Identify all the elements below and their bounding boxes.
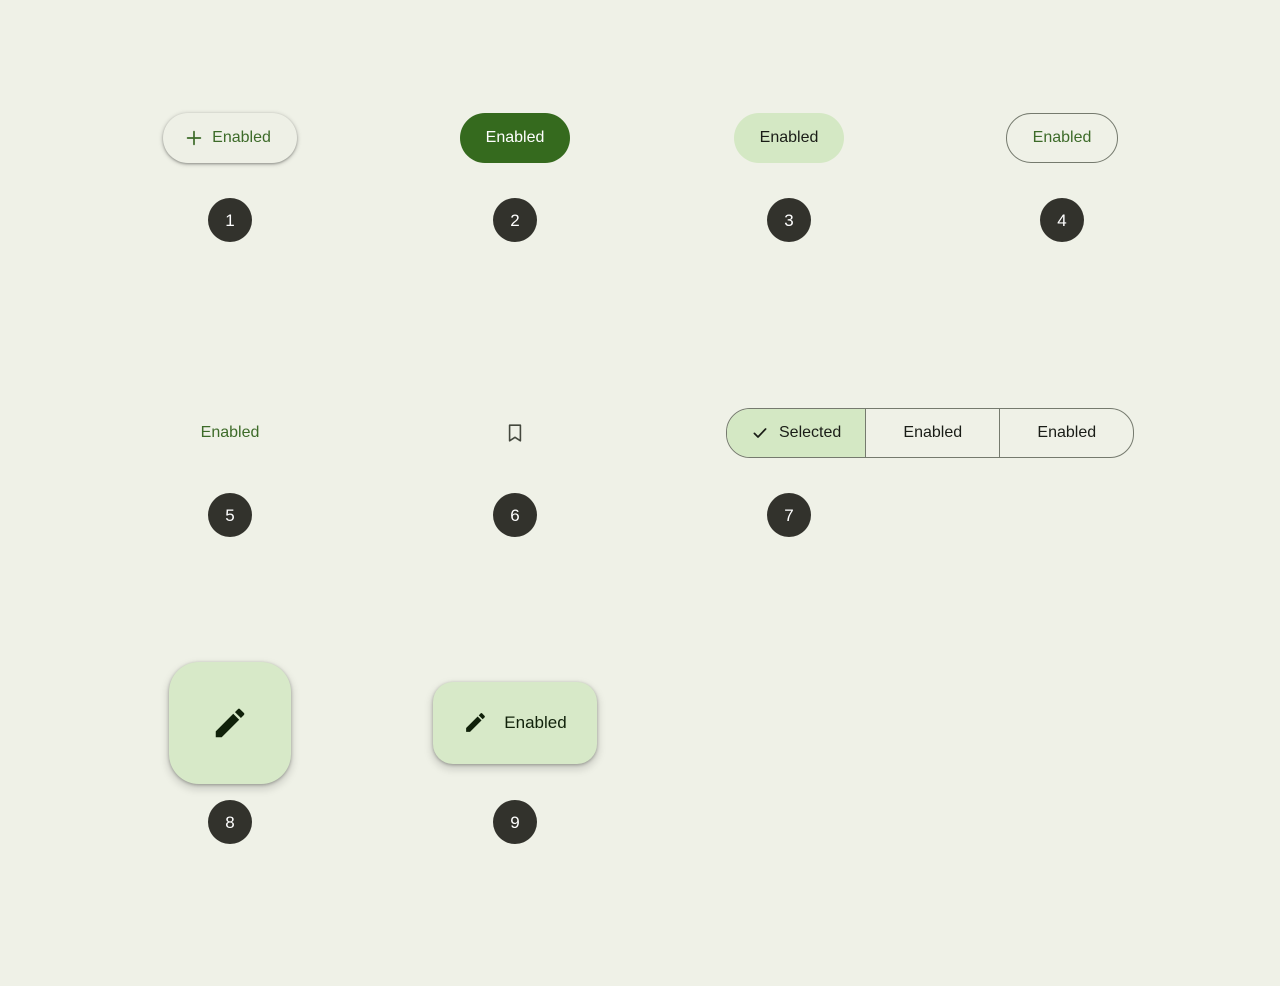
outlined-button-label: Enabled <box>1032 129 1092 146</box>
segment-label: Enabled <box>1037 424 1097 441</box>
specimen-item-8: 8 <box>128 645 332 844</box>
control-slot-9: Enabled <box>433 645 597 800</box>
elevated-button-label: Enabled <box>212 129 271 146</box>
segment-enabled-1[interactable]: Enabled <box>865 409 999 457</box>
segment-label: Selected <box>779 424 842 441</box>
marker-badge-number: 2 <box>510 210 520 230</box>
edit-pencil-icon <box>211 704 249 742</box>
marker-badge-8: 8 <box>208 800 252 844</box>
marker-badge-number: 1 <box>225 210 235 230</box>
specimen-item-3: Enabled 3 <box>687 78 891 242</box>
extended-fab-label: Enabled <box>504 713 567 732</box>
elevated-button[interactable]: Enabled <box>163 113 297 163</box>
text-button[interactable]: Enabled <box>187 408 274 458</box>
marker-badge-2: 2 <box>493 198 537 242</box>
control-slot-4: Enabled <box>1005 78 1119 198</box>
marker-badge-number: 3 <box>784 210 794 230</box>
control-slot-3: Enabled <box>733 78 845 198</box>
segment-selected[interactable]: Selected <box>727 409 866 457</box>
marker-badge-number: 5 <box>225 505 235 525</box>
marker-badge-number: 8 <box>225 812 235 832</box>
marker-badge-6: 6 <box>493 493 537 537</box>
control-slot-2: Enabled <box>459 78 571 198</box>
marker-badge-number: 6 <box>510 505 520 525</box>
segmented-button-group: Selected Enabled Enabled <box>726 408 1135 458</box>
specimen-item-2: Enabled 2 <box>413 78 617 242</box>
control-slot-5: Enabled <box>187 373 274 493</box>
specimen-item-9: Enabled 9 <box>413 645 617 844</box>
control-slot-8 <box>169 645 291 800</box>
marker-badge-7: 7 <box>767 493 811 537</box>
filled-tonal-button[interactable]: Enabled <box>733 113 845 163</box>
filled-button[interactable]: Enabled <box>459 113 571 163</box>
specimen-item-5: Enabled 5 <box>128 373 332 537</box>
outlined-button[interactable]: Enabled <box>1005 113 1119 163</box>
specimen-item-4: Enabled 4 <box>960 78 1164 242</box>
segment-enabled-2[interactable]: Enabled <box>999 409 1133 457</box>
specimen-item-1: Enabled 1 <box>128 78 332 242</box>
marker-badge-number: 7 <box>784 505 794 525</box>
specimen-item-6: 6 <box>413 373 617 537</box>
extended-fab-button[interactable]: Enabled <box>433 681 597 764</box>
plus-icon <box>185 129 203 147</box>
bookmark-icon-button[interactable] <box>491 409 539 457</box>
marker-badge-4: 4 <box>1040 198 1084 242</box>
control-slot-1: Enabled <box>163 78 297 198</box>
filled-button-label: Enabled <box>485 129 545 146</box>
specimen-canvas: Enabled 1 Enabled 2 Enabled 3 Enabled 4 … <box>0 0 1280 986</box>
marker-badge-number: 4 <box>1057 210 1067 230</box>
marker-badge-1: 1 <box>208 198 252 242</box>
bookmark-icon <box>503 421 527 445</box>
marker-badge-3: 3 <box>767 198 811 242</box>
control-slot-7: Selected Enabled Enabled <box>687 373 1135 493</box>
control-slot-6 <box>491 373 539 493</box>
marker-badge-9: 9 <box>493 800 537 844</box>
text-button-label: Enabled <box>200 424 260 441</box>
specimen-item-7: Selected Enabled Enabled 7 <box>687 373 1135 537</box>
fab-edit-button[interactable] <box>169 661 291 784</box>
marker-badge-5: 5 <box>208 493 252 537</box>
edit-pencil-icon <box>463 710 488 735</box>
filled-tonal-button-label: Enabled <box>759 129 819 146</box>
check-icon <box>751 424 769 442</box>
marker-badge-number: 9 <box>510 812 520 832</box>
segment-label: Enabled <box>903 424 963 441</box>
